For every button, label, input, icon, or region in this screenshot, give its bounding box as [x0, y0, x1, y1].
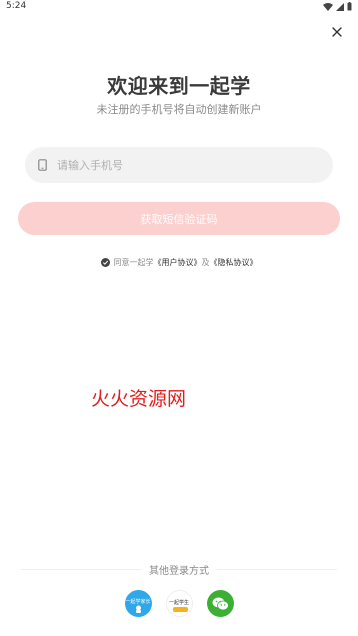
close-icon — [332, 27, 342, 37]
divider-right — [217, 569, 337, 570]
other-login-section: 其他登录方式 — [0, 562, 358, 577]
divider-left — [21, 569, 141, 570]
watermark-text: 火火资源网 — [91, 388, 187, 410]
wifi-icon — [323, 2, 333, 11]
welcome-title: 欢迎来到一起学 — [107, 74, 251, 98]
other-login-label: 其他登录方式 — [149, 566, 209, 577]
student-app-badge — [172, 607, 188, 612]
phone-input[interactable] — [57, 158, 297, 172]
privacy-policy-link[interactable]: 《隐私协议》 — [210, 257, 258, 268]
status-time: 5:24 — [6, 1, 27, 11]
wechat-icon — [212, 597, 229, 610]
social-login-row: 一起学家长 一起学生 — [0, 590, 358, 617]
status-bar: 5:24 — [0, 0, 358, 14]
agreement-and: 及 — [201, 258, 210, 267]
get-code-button[interactable]: 获取短信验证码 — [18, 202, 340, 235]
agreement: 同意一起学 《用户协议》 及 《隐私协议》 — [0, 257, 358, 268]
close-button[interactable] — [327, 22, 347, 42]
student-app-icon: 一起学生 — [168, 600, 189, 606]
battery-icon — [347, 2, 352, 11]
check-icon[interactable] — [100, 258, 110, 267]
student-app-login-button[interactable]: 一起学生 — [165, 590, 193, 617]
welcome-subtitle: 未注册的手机号将自动创建新账户 — [96, 103, 262, 116]
phone-field[interactable] — [25, 147, 333, 183]
user-agreement-link[interactable]: 《用户协议》 — [154, 257, 202, 268]
wechat-login-button[interactable] — [206, 590, 234, 617]
signal-icon — [336, 2, 344, 11]
parent-app-login-button[interactable]: 一起学家长 — [124, 590, 152, 617]
agreement-prefix: 同意一起学 — [113, 258, 154, 267]
status-icons — [323, 2, 352, 11]
phone-icon — [35, 158, 49, 172]
parent-app-icon: 一起学家长 — [125, 599, 151, 605]
